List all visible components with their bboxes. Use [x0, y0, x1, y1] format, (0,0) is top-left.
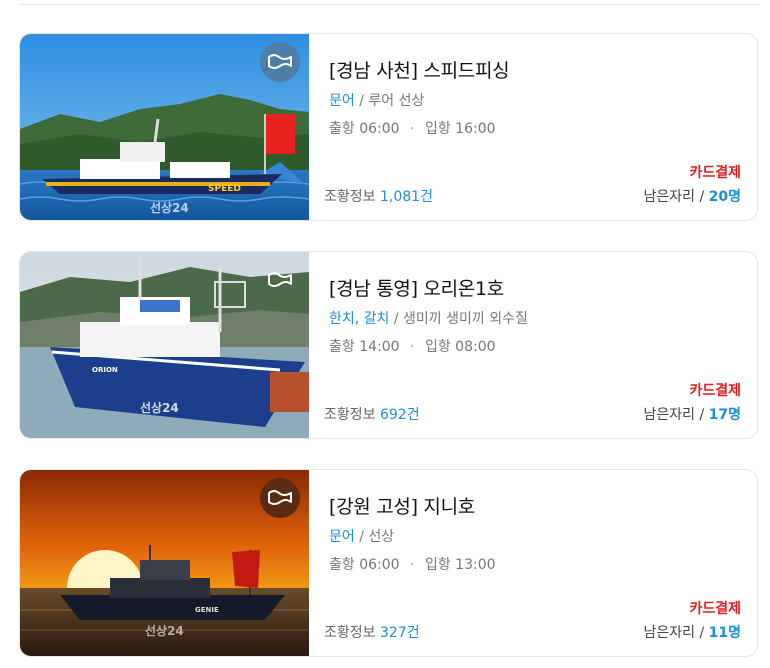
catch-report-count: 692건 — [379, 407, 420, 423]
seats-label: 남은자리 — [643, 625, 695, 641]
return-time: 16:00 — [455, 121, 496, 137]
seats-count: 17명 — [708, 407, 741, 423]
listing-title[interactable]: [강원 고성] 지니호 — [329, 492, 475, 519]
target-fish: 문어 — [329, 529, 355, 545]
watermark-text: 선상24 — [145, 623, 184, 638]
wave-flag-icon — [268, 54, 292, 69]
wave-flag-icon — [268, 490, 292, 505]
depart-time: 06:00 — [359, 557, 400, 573]
listing-info: [경남 통영] 오리온1호 한치, 갈치 / 생미끼 생미끼 외수질 출항 14… — [324, 252, 741, 438]
return-time: 08:00 — [455, 339, 496, 355]
top-divider — [20, 4, 760, 5]
boat-photo: GENIE 선상24 — [20, 470, 309, 656]
seats-count: 11명 — [708, 625, 741, 641]
depart-time: 06:00 — [359, 121, 400, 137]
catch-report-count: 327건 — [379, 625, 420, 641]
schedule: 출항 06:00 · 입항 16:00 — [329, 118, 496, 138]
target-fish: 문어 — [329, 93, 355, 109]
return-label: 입항 — [424, 339, 451, 355]
boat-photo: SPEED 선상24 — [20, 34, 309, 220]
depart-label: 출항 — [329, 121, 355, 137]
listing-card[interactable]: SPEED 선상24 [경남 사천] 스피드피싱 문어 / 루어 선상 출항 0… — [19, 33, 758, 221]
catch-report-count: 1,081건 — [379, 189, 433, 205]
payment-badge: 카드결제 — [689, 165, 741, 181]
remaining-seats: 남은자리 / 17명 — [643, 407, 741, 423]
separator-dot: · — [410, 339, 415, 355]
catch-report-stats[interactable]: 조황정보 692건 — [324, 404, 420, 424]
favorite-button[interactable] — [260, 260, 300, 300]
boat-name-text: GENIE — [195, 606, 219, 614]
fishing-method: 선상 — [368, 529, 395, 545]
seats-label: 남은자리 — [643, 407, 695, 423]
boat-name-text: ORION — [92, 366, 118, 374]
watermark-text: 선상24 — [150, 200, 189, 215]
seats-count: 20명 — [708, 189, 741, 205]
listing-title[interactable]: [경남 사천] 스피드피싱 — [329, 56, 510, 83]
fishing-method: 루어 선상 — [368, 93, 425, 109]
catch-report-stats[interactable]: 조황정보 327건 — [324, 622, 420, 642]
return-label: 입항 — [424, 121, 451, 137]
schedule: 출항 14:00 · 입항 08:00 — [329, 336, 496, 356]
catch-report-label: 조황정보 — [324, 407, 376, 423]
schedule: 출항 06:00 · 입항 13:00 — [329, 554, 496, 574]
catch-report-label: 조황정보 — [324, 625, 376, 641]
target-fish: 한치, 갈치 — [329, 311, 390, 327]
listing-card[interactable]: ORION 선상24 [경남 통영] 오리온1호 한치, 갈치 / 생미끼 생미… — [19, 251, 758, 439]
boat-name-text: SPEED — [208, 184, 241, 194]
listing-card[interactable]: GENIE 선상24 [강원 고성] 지니호 문어 / 선상 출항 06:00 … — [19, 469, 758, 657]
return-label: 입항 — [424, 557, 451, 573]
seats-label: 남은자리 — [643, 189, 695, 205]
wave-flag-icon — [268, 272, 292, 287]
depart-label: 출항 — [329, 557, 355, 573]
catch-report-label: 조황정보 — [324, 189, 376, 205]
catch-report-stats[interactable]: 조황정보 1,081건 — [324, 186, 433, 206]
remaining-seats: 남은자리 / 20명 — [643, 189, 741, 205]
listing-title[interactable]: [경남 통영] 오리온1호 — [329, 274, 504, 301]
remaining-seats: 남은자리 / 11명 — [643, 625, 741, 641]
fishing-type: 한치, 갈치 / 생미끼 생미끼 외수질 — [329, 311, 528, 327]
fishing-type: 문어 / 선상 — [329, 529, 395, 545]
separator-dot: · — [410, 121, 415, 137]
separator-dot: · — [410, 557, 415, 573]
payment-badge: 카드결제 — [689, 601, 741, 617]
favorite-button[interactable] — [260, 42, 300, 82]
boat-photo: ORION 선상24 — [20, 252, 309, 438]
watermark-text: 선상24 — [140, 400, 179, 415]
favorite-button[interactable] — [260, 478, 300, 518]
fishing-method: 생미끼 생미끼 외수질 — [403, 311, 528, 327]
listing-info: [강원 고성] 지니호 문어 / 선상 출항 06:00 · 입항 13:00 … — [324, 470, 741, 656]
return-time: 13:00 — [455, 557, 496, 573]
fishing-type: 문어 / 루어 선상 — [329, 93, 425, 109]
listing-info: [경남 사천] 스피드피싱 문어 / 루어 선상 출항 06:00 · 입항 1… — [324, 34, 741, 220]
depart-label: 출항 — [329, 339, 355, 355]
depart-time: 14:00 — [359, 339, 400, 355]
payment-badge: 카드결제 — [689, 383, 741, 399]
